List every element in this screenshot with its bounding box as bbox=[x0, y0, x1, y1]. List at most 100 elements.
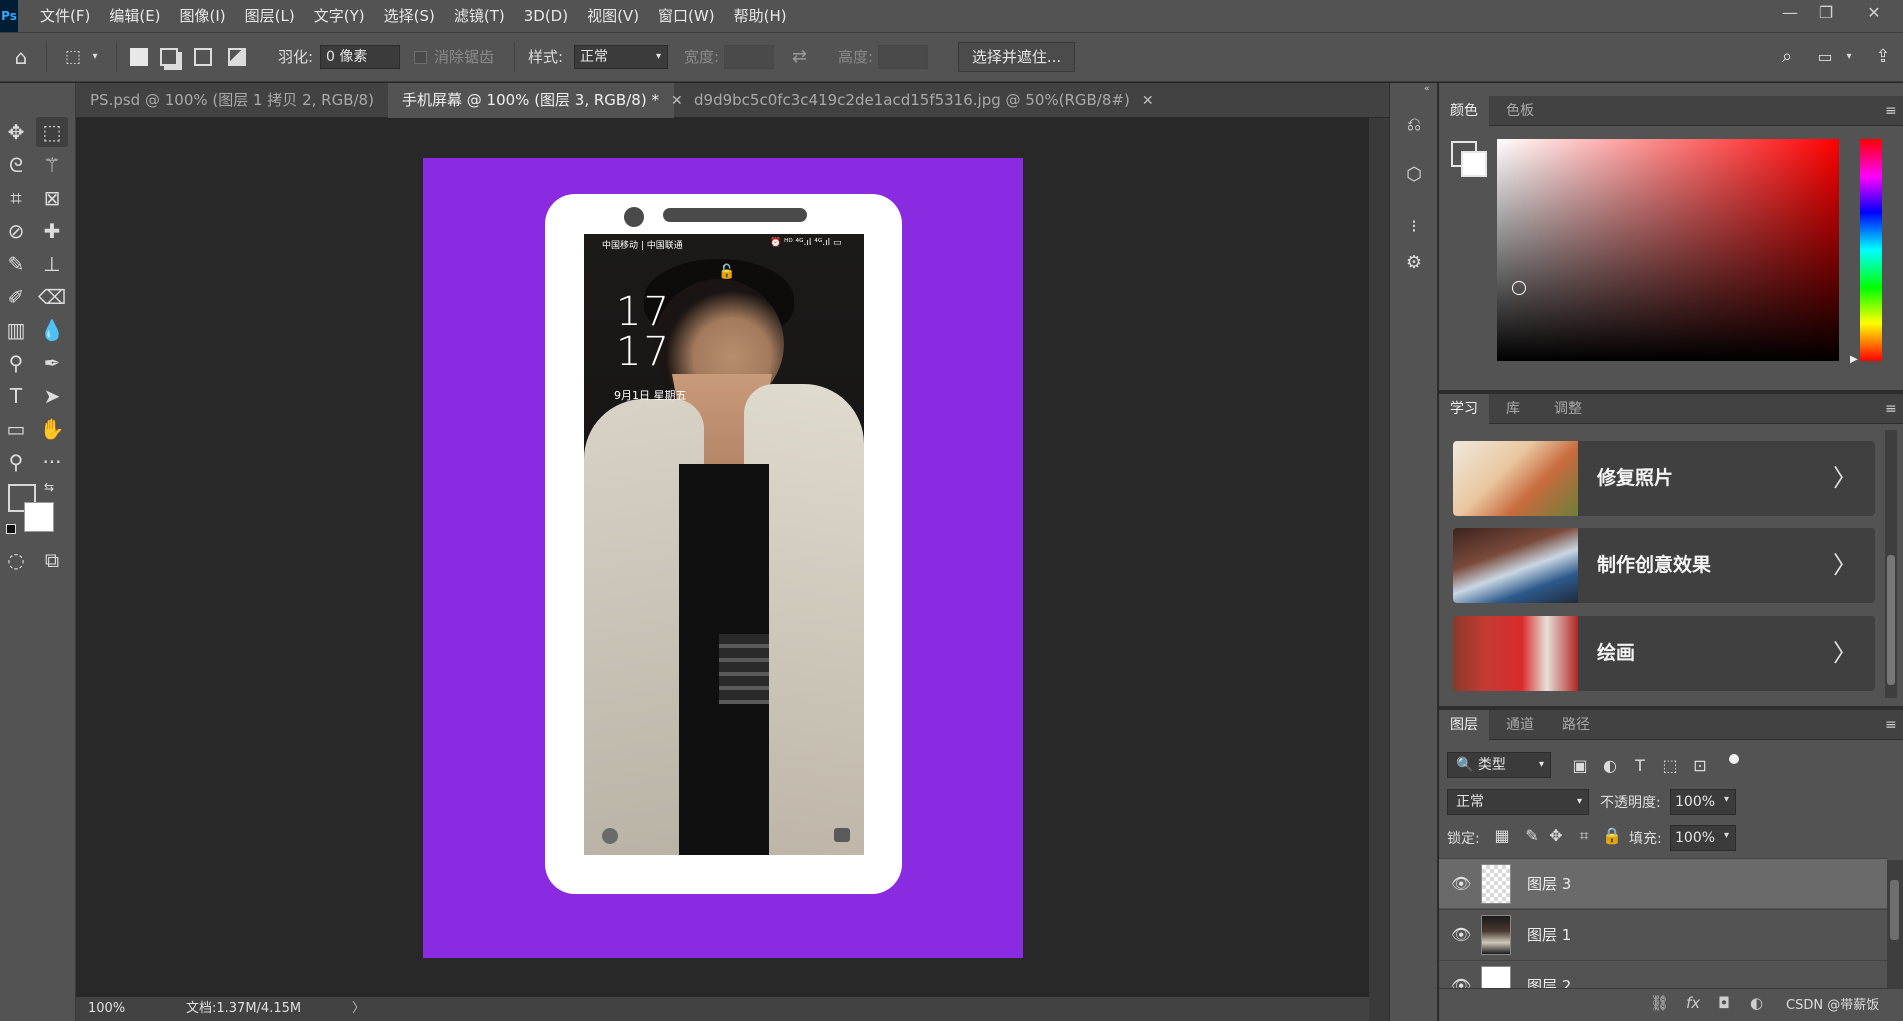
add-selection-icon[interactable] bbox=[160, 48, 178, 66]
tab-ps-psd[interactable]: PS.psd @ 100% (图层 1 拷贝 2, RGB/8)✕ bbox=[76, 83, 398, 118]
width-input[interactable] bbox=[724, 45, 774, 69]
eraser-tool-icon[interactable]: ⌫ bbox=[36, 282, 68, 312]
tab-phone-screen[interactable]: 手机屏幕 @ 100% (图层 3, RGB/8) * ✕ bbox=[388, 83, 683, 118]
background-color-swatch[interactable] bbox=[1461, 151, 1487, 177]
gradient-tool-icon[interactable]: ▥ bbox=[0, 315, 32, 345]
menu-view[interactable]: 视图(V) bbox=[587, 0, 639, 32]
clone-stamp-tool-icon[interactable]: ⊥ bbox=[36, 249, 68, 279]
menu-filter[interactable]: 滤镜(T) bbox=[454, 0, 505, 32]
menu-3d[interactable]: 3D(D) bbox=[524, 0, 568, 32]
move-tool-icon[interactable]: ✥ bbox=[0, 117, 32, 147]
more-tools-icon[interactable]: ··· bbox=[36, 447, 68, 477]
style-select[interactable]: 正常 ▾ bbox=[574, 45, 668, 69]
hue-slider-marker-icon[interactable]: ▶ bbox=[1850, 354, 1858, 365]
layer-row[interactable]: 👁 图层 1 bbox=[1439, 909, 1887, 959]
eyedropper-tool-icon[interactable]: ⊘ bbox=[0, 216, 32, 246]
tab-layers[interactable]: 图层 bbox=[1439, 710, 1489, 740]
tab-color[interactable]: 颜色 bbox=[1439, 96, 1489, 126]
screen-mode-icon[interactable]: ⧉ bbox=[36, 545, 68, 575]
healing-brush-tool-icon[interactable]: ✚ bbox=[36, 216, 68, 246]
canvas-scrollbar[interactable] bbox=[1369, 118, 1389, 1021]
intersect-selection-icon[interactable] bbox=[228, 48, 246, 66]
antialias-checkbox[interactable] bbox=[414, 51, 427, 64]
pixel-filter-icon[interactable]: ▣ bbox=[1569, 756, 1591, 775]
history-brush-tool-icon[interactable]: ✐ bbox=[0, 282, 32, 312]
pen-tool-icon[interactable]: ✒ bbox=[36, 348, 68, 378]
tab-jpg-image[interactable]: d9d9bc5c0fc3c419c2de1acd15f5316.jpg @ 50… bbox=[680, 83, 1154, 118]
brush-tool-icon[interactable]: ✎ bbox=[0, 249, 32, 279]
zoom-level[interactable]: 100% bbox=[88, 996, 125, 1021]
tab-swatches[interactable]: 色板 bbox=[1495, 96, 1545, 126]
lock-all-icon[interactable]: 🔒 bbox=[1601, 826, 1623, 845]
chevron-down-icon[interactable]: ▾ bbox=[88, 32, 102, 82]
menu-image[interactable]: 图像(I) bbox=[180, 0, 226, 32]
rectangle-tool-icon[interactable]: ▭ bbox=[0, 414, 32, 444]
panel-menu-icon[interactable]: ≡ bbox=[1885, 394, 1897, 424]
magic-wand-tool-icon[interactable]: ⚚ bbox=[36, 150, 68, 180]
lock-transparent-icon[interactable]: ▦ bbox=[1491, 826, 1513, 845]
menu-file[interactable]: 文件(F) bbox=[40, 0, 90, 32]
learn-card-painting[interactable]: 绘画 〉 bbox=[1453, 616, 1875, 691]
learn-card-creative-effects[interactable]: 制作创意效果 〉 bbox=[1453, 528, 1875, 603]
height-input[interactable] bbox=[878, 45, 928, 69]
fx-icon[interactable]: fx bbox=[1686, 994, 1700, 1012]
chevron-down-icon[interactable]: ▾ bbox=[1724, 830, 1729, 841]
menu-window[interactable]: 窗口(W) bbox=[658, 0, 715, 32]
menu-help[interactable]: 帮助(H) bbox=[734, 0, 787, 32]
chevron-down-icon[interactable]: ▾ bbox=[1724, 794, 1729, 805]
eye-icon[interactable]: 👁 bbox=[1451, 976, 1471, 988]
hue-slider[interactable] bbox=[1860, 139, 1882, 361]
swap-icon[interactable]: ⇄ bbox=[792, 32, 807, 82]
chevron-right-icon[interactable]: 〉 bbox=[352, 996, 365, 1021]
frame-tool-icon[interactable]: ⊠ bbox=[36, 183, 68, 213]
properties-panel-icon[interactable]: ⚙ bbox=[1398, 248, 1430, 278]
shape-filter-icon[interactable]: ⬚ bbox=[1659, 756, 1681, 775]
menu-select[interactable]: 选择(S) bbox=[384, 0, 435, 32]
collapse-arrows-icon[interactable]: « bbox=[1424, 84, 1430, 94]
new-selection-icon[interactable] bbox=[130, 48, 148, 66]
lasso-tool-icon[interactable]: ᘓ bbox=[0, 150, 32, 180]
brush-settings-icon[interactable]: ⁝ bbox=[1398, 212, 1430, 242]
background-color-swatch[interactable] bbox=[24, 502, 54, 532]
feather-input[interactable]: 0 像素 bbox=[320, 45, 400, 69]
eye-icon[interactable]: 👁 bbox=[1451, 925, 1471, 944]
color-picker-cursor[interactable] bbox=[1512, 281, 1526, 295]
select-and-mask-button[interactable]: 选择并遮住... bbox=[958, 42, 1075, 72]
home-icon[interactable]: ⌂ bbox=[8, 32, 34, 82]
crop-tool-icon[interactable]: ⌗ bbox=[0, 183, 32, 213]
quick-mask-icon[interactable]: ◌ bbox=[0, 545, 32, 575]
layer-row[interactable]: 👁 图层 3 bbox=[1439, 858, 1887, 908]
path-selection-tool-icon[interactable]: ➤ bbox=[36, 381, 68, 411]
workspace-icon[interactable]: ▭ bbox=[1812, 32, 1838, 82]
menu-type[interactable]: 文字(Y) bbox=[314, 0, 365, 32]
learn-card-fix-photo[interactable]: 修复照片 〉 bbox=[1453, 441, 1875, 516]
add-mask-icon[interactable]: ◘ bbox=[1718, 994, 1730, 1012]
3d-panel-icon[interactable]: ⬡ bbox=[1398, 160, 1430, 190]
type-filter-icon[interactable]: T bbox=[1629, 756, 1651, 775]
share-icon[interactable]: ⇪ bbox=[1870, 32, 1896, 82]
lock-position-icon[interactable]: ✥ bbox=[1545, 826, 1567, 845]
smart-object-filter-icon[interactable]: ⊡ bbox=[1689, 756, 1711, 775]
dodge-tool-icon[interactable]: ⚲ bbox=[0, 348, 32, 378]
tab-channels[interactable]: 通道 bbox=[1495, 710, 1545, 740]
menu-edit[interactable]: 编辑(E) bbox=[109, 0, 160, 32]
tab-learn[interactable]: 学习 bbox=[1439, 394, 1489, 424]
eye-icon[interactable]: 👁 bbox=[1451, 874, 1471, 893]
tab-libraries[interactable]: 库 bbox=[1495, 394, 1531, 424]
swap-colors-icon[interactable]: ⇆ bbox=[44, 480, 54, 494]
search-icon[interactable]: ⌕ bbox=[1774, 32, 1800, 82]
tab-paths[interactable]: 路径 bbox=[1551, 710, 1601, 740]
default-colors-icon[interactable] bbox=[6, 524, 16, 534]
layers-scrollbar-thumb[interactable] bbox=[1890, 880, 1899, 940]
filter-toggle-icon[interactable] bbox=[1729, 754, 1739, 764]
tab-adjustments[interactable]: 调整 bbox=[1543, 394, 1593, 424]
history-panel-icon[interactable]: ⎌ bbox=[1398, 110, 1430, 140]
chevron-down-icon[interactable]: ▾ bbox=[1842, 32, 1856, 82]
hand-tool-icon[interactable]: ✋ bbox=[36, 414, 68, 444]
learn-scrollbar-thumb[interactable] bbox=[1887, 555, 1895, 685]
adjustment-filter-icon[interactable]: ◐ bbox=[1599, 756, 1621, 775]
adjustment-layer-icon[interactable]: ◐ bbox=[1750, 994, 1763, 1012]
lock-pixels-icon[interactable]: ✎ bbox=[1521, 826, 1543, 845]
link-layers-icon[interactable]: ⛓ bbox=[1650, 994, 1669, 1012]
layer-row[interactable]: 👁 图层 2 bbox=[1439, 960, 1887, 988]
